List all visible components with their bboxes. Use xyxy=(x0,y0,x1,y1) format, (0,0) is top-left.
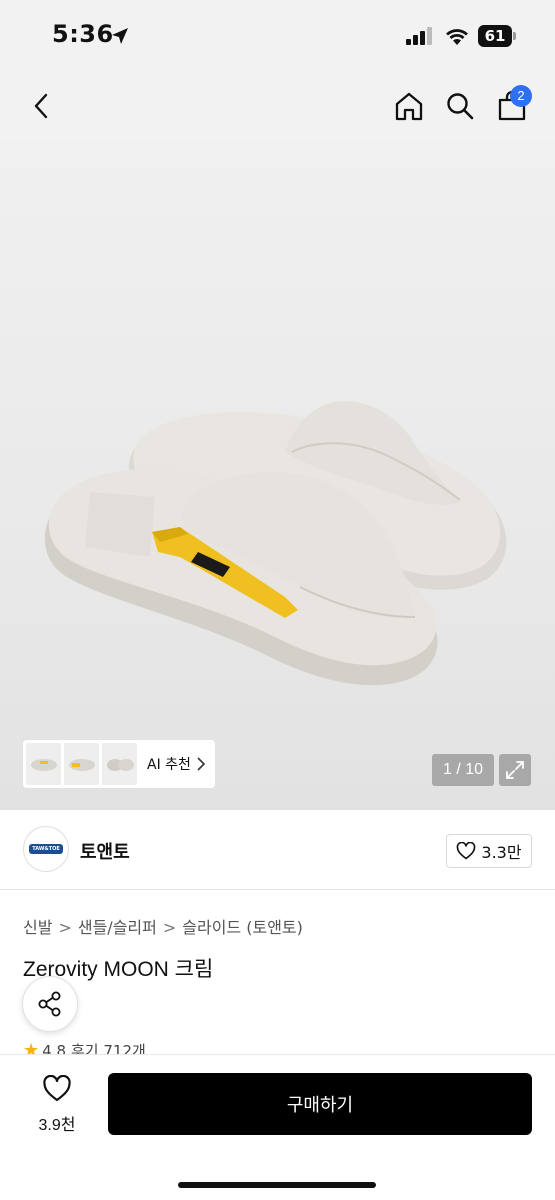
thumbnail-image xyxy=(68,759,95,771)
product-gallery[interactable]: AI 추천 1 / 10 xyxy=(0,142,555,810)
thumbnail-1[interactable] xyxy=(26,743,61,785)
search-icon xyxy=(447,93,474,120)
bottom-action-bar: 3.9천 구매하기 xyxy=(0,1054,555,1200)
breadcrumb: 신발 > 샌들/슬리퍼 > 슬라이드 (토앤토) xyxy=(23,914,303,938)
status-time: 5:36 xyxy=(52,20,114,48)
thumbnail-2[interactable] xyxy=(64,743,99,785)
battery-level: 61 xyxy=(478,25,512,47)
brand-like-count: 3.3만 xyxy=(481,843,522,862)
brand-name[interactable]: 토앤토 xyxy=(80,838,130,864)
breadcrumb-item[interactable]: 신발 xyxy=(23,918,52,937)
expand-button[interactable] xyxy=(499,754,531,786)
thumbnail-image xyxy=(30,759,57,771)
ai-recommend-strip[interactable]: AI 추천 xyxy=(23,740,215,788)
top-nav: 2 xyxy=(0,72,555,142)
wifi-icon xyxy=(446,29,468,45)
cellular-signal-icon xyxy=(406,27,432,45)
breadcrumb-item[interactable]: 슬라이드 (토앤토) xyxy=(182,918,303,937)
brand-logo-mark: TAW&TOE xyxy=(29,844,63,854)
breadcrumb-item[interactable]: 샌들/슬리퍼 xyxy=(78,918,157,937)
home-indicator[interactable] xyxy=(178,1182,376,1188)
product-image[interactable] xyxy=(30,382,530,692)
heart-icon xyxy=(457,842,476,860)
heart-icon xyxy=(43,1074,71,1102)
image-counter: 1 / 10 xyxy=(432,754,494,786)
expand-icon xyxy=(506,761,524,779)
chevron-left-icon xyxy=(34,93,48,119)
ai-recommend-label: AI 추천 xyxy=(147,757,191,773)
buy-button[interactable]: 구매하기 xyxy=(108,1073,532,1135)
thumbnail-3[interactable] xyxy=(102,743,137,785)
search-button[interactable] xyxy=(440,86,480,126)
share-button[interactable] xyxy=(22,976,78,1032)
battery-icon: 61 xyxy=(478,25,518,47)
home-icon xyxy=(395,92,423,121)
chevron-right-icon xyxy=(197,757,205,771)
brand-row: TAW&TOE 토앤토 3.3만 xyxy=(0,812,555,890)
cart-count-badge: 2 xyxy=(510,85,532,107)
share-icon xyxy=(38,991,61,1017)
thumbnail-image xyxy=(106,759,134,771)
wishlist-count: 3.9천 xyxy=(38,1117,76,1134)
back-button[interactable] xyxy=(22,86,62,126)
home-button[interactable] xyxy=(389,86,429,126)
status-bar: 5:36 61 xyxy=(0,0,555,72)
wishlist-button[interactable]: 3.9천 xyxy=(22,1074,92,1135)
chevron-right-icon: > xyxy=(162,918,177,937)
chevron-right-icon: > xyxy=(58,918,72,937)
location-arrow-icon xyxy=(112,28,128,44)
brand-logo[interactable]: TAW&TOE xyxy=(23,826,69,872)
brand-like-button[interactable]: 3.3만 xyxy=(446,834,532,868)
